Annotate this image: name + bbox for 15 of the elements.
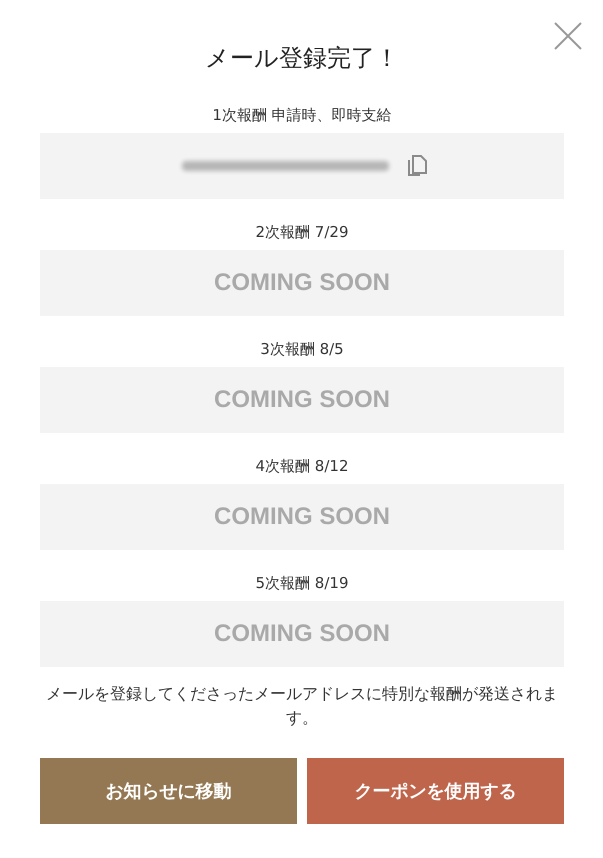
reward-label: 1次報酬 申請時、即時支給 <box>212 105 392 125</box>
action-button[interactable]: お知らせに移動 <box>40 758 297 824</box>
coming-soon-text: COMING SOON <box>214 620 390 648</box>
coming-soon-text: COMING SOON <box>214 269 390 297</box>
coming-soon-text: COMING SOON <box>214 386 390 414</box>
action-button[interactable]: クーポンを使用する <box>307 758 564 824</box>
reward-label: 5次報酬 8/19 <box>256 573 348 593</box>
copy-icon[interactable] <box>406 155 426 177</box>
reward-label: 2次報酬 7/29 <box>256 222 348 242</box>
reward-label: 3次報酬 8/5 <box>260 339 344 359</box>
notice-text: メールを登録してくださったメールアドレスに特別な報酬が発送されます。 <box>45 683 559 729</box>
dialog-title: メール登録完了！ <box>205 43 399 74</box>
reward-label: 4次報酬 8/12 <box>256 456 348 476</box>
close-button[interactable] <box>554 22 582 50</box>
coming-soon-text: COMING SOON <box>214 503 390 531</box>
